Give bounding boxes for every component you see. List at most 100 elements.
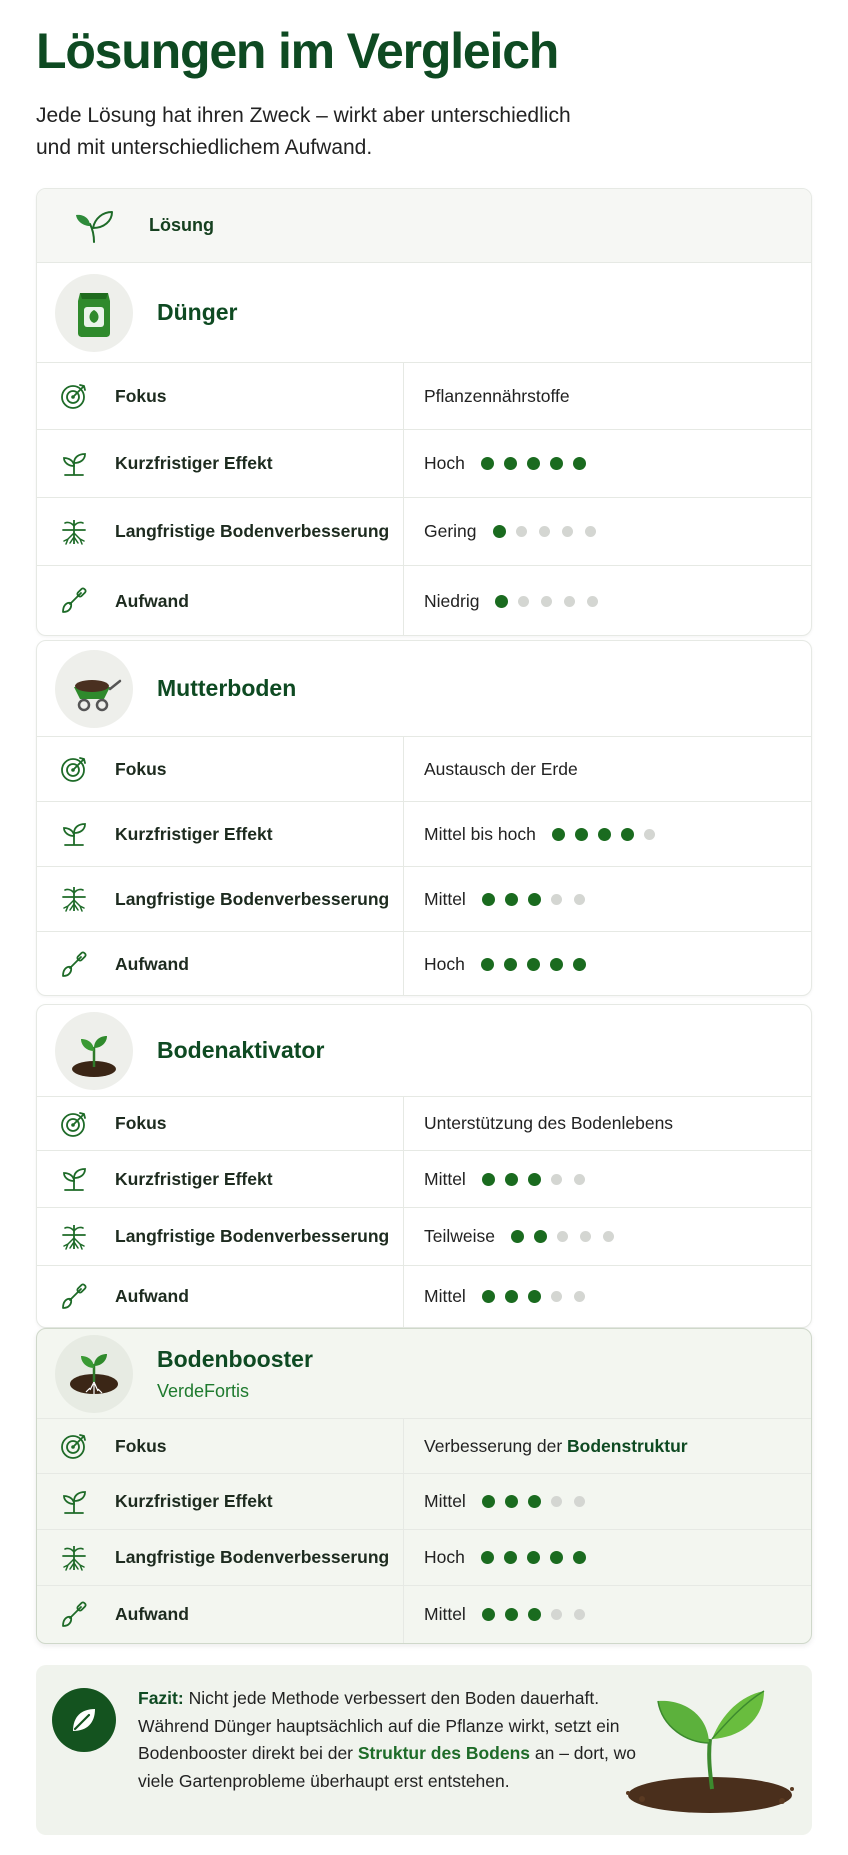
row-value: Mittel bbox=[424, 1604, 466, 1624]
row-label: Langfristige Bodenverbesserung bbox=[115, 888, 390, 909]
rating-dots bbox=[492, 525, 608, 538]
row-value: Mittel bbox=[424, 1491, 466, 1511]
solution-image bbox=[55, 273, 133, 352]
rating-dot-filled bbox=[527, 892, 541, 906]
row-label: Fokus bbox=[115, 385, 167, 406]
solution-title: Dünger bbox=[157, 299, 238, 325]
rating-dot-empty bbox=[643, 828, 655, 840]
conclusion-box: Fazit: Nicht jede Methode verbessert den… bbox=[36, 1665, 812, 1835]
solution-header: Bodenaktivator bbox=[37, 1005, 811, 1097]
row-value: Hoch bbox=[424, 1547, 465, 1567]
rating-dot-filled bbox=[481, 1608, 495, 1621]
table-row-short-term: Kurzfristiger Effekt Hoch bbox=[37, 430, 811, 498]
rating-dots bbox=[481, 1290, 597, 1303]
table-row-short-term: Kurzfristiger Effekt Mittel bis hoch bbox=[37, 802, 811, 867]
rating-dot-empty bbox=[515, 526, 527, 537]
solution-image bbox=[55, 649, 133, 728]
row-value: Verbesserung der Bodenstruktur bbox=[424, 1436, 688, 1457]
rating-dot-empty bbox=[550, 1496, 562, 1507]
rating-dot-filled bbox=[549, 457, 563, 470]
row-value: Unterstützung des Bodenlebens bbox=[424, 1113, 674, 1133]
solution-card-bodenbooster: Bodenbooster VerdeFortis Fokus Verbesser… bbox=[36, 1328, 812, 1644]
rating-dot-filled bbox=[503, 1551, 517, 1564]
row-label: Fokus bbox=[115, 1113, 167, 1133]
trowel-icon bbox=[59, 950, 89, 980]
rating-dot-empty bbox=[587, 595, 599, 607]
row-value: Mittel bbox=[424, 888, 466, 909]
rating-dot-filled bbox=[481, 1172, 495, 1186]
leaf-badge bbox=[52, 1688, 116, 1752]
rating-dot-filled bbox=[527, 1290, 541, 1303]
rating-dot-filled bbox=[574, 827, 588, 841]
row-value: Mittel bbox=[424, 1168, 466, 1189]
leaf-icon bbox=[73, 1709, 95, 1731]
row-label: Kurzfristiger Effekt bbox=[115, 823, 273, 844]
rating-dot-empty bbox=[573, 1173, 585, 1185]
intro-text: Jede Lösung hat ihren Zweck – wirkt aber… bbox=[36, 104, 571, 159]
rating-dot-empty bbox=[573, 1291, 585, 1302]
solution-header: Mutterboden bbox=[37, 641, 811, 737]
conclusion-label: Fazit: bbox=[138, 1688, 184, 1708]
rating-dot-empty bbox=[564, 595, 576, 607]
row-value: Hoch bbox=[424, 453, 465, 473]
solution-title: Bodenaktivator bbox=[157, 1037, 325, 1063]
sprout-growth-icon bbox=[59, 449, 89, 479]
trowel-icon bbox=[59, 1282, 89, 1312]
rating-dot-filled bbox=[572, 1551, 586, 1564]
fertilizer-bag-icon bbox=[78, 292, 110, 337]
rating-dot-filled bbox=[526, 958, 540, 971]
row-value: Austausch der Erde bbox=[424, 758, 578, 779]
table-row-focus: Fokus Pflanzennährstoffe bbox=[37, 363, 811, 430]
row-label: Langfristige Bodenverbesserung bbox=[115, 1226, 390, 1246]
conclusion-text: Fazit: Nicht jede Methode verbessert den… bbox=[138, 1685, 648, 1795]
rating-dots bbox=[481, 1172, 597, 1186]
table-row-long-term: Langfristige Bodenverbesserung Gering bbox=[37, 498, 811, 566]
rating-dot-filled bbox=[549, 958, 563, 971]
roots-icon bbox=[59, 1222, 89, 1252]
rating-dot-empty bbox=[518, 595, 530, 607]
row-value: Hoch bbox=[424, 954, 465, 974]
rating-dot-filled bbox=[511, 1230, 524, 1243]
row-label: Kurzfristiger Effekt bbox=[115, 1491, 273, 1511]
solution-card-duenger: Lösung Dünger Fokus Pflanzennährstoffe K… bbox=[36, 188, 812, 636]
focus-prefix: Verbesserung der bbox=[424, 1435, 568, 1456]
table-row-long-term: Langfristige Bodenverbesserung Hoch bbox=[37, 1530, 811, 1586]
rating-dots bbox=[551, 827, 667, 841]
rating-dot-filled bbox=[534, 1230, 547, 1243]
sprout-growth-icon bbox=[59, 1164, 89, 1194]
rating-dots bbox=[495, 594, 610, 608]
rating-dot-filled bbox=[549, 1551, 563, 1564]
table-row-effort: Aufwand Mittel bbox=[37, 1266, 811, 1327]
rating-dot-filled bbox=[481, 1290, 495, 1303]
trowel-icon bbox=[59, 1600, 89, 1630]
rating-dot-filled bbox=[572, 958, 586, 971]
rating-dot-filled bbox=[504, 1495, 518, 1508]
rating-dots bbox=[511, 1230, 626, 1243]
rating-dot-empty bbox=[573, 893, 585, 905]
rating-dot-filled bbox=[480, 457, 494, 470]
solution-image bbox=[55, 1334, 133, 1413]
rating-dot-empty bbox=[541, 595, 553, 607]
focus-highlight: Bodenstruktur bbox=[567, 1435, 688, 1456]
rating-dot-filled bbox=[526, 457, 540, 470]
solution-card-bodenaktivator: Bodenaktivator Fokus Unterstützung des B… bbox=[36, 1004, 812, 1328]
page-title: Lösungen im Vergleich bbox=[36, 23, 559, 79]
rating-dot-empty bbox=[603, 1231, 614, 1242]
target-icon bbox=[59, 754, 89, 784]
rating-dot-filled bbox=[504, 1290, 518, 1303]
table-row-long-term: Langfristige Bodenverbesserung Teilweise bbox=[37, 1208, 811, 1266]
rating-dot-filled bbox=[481, 1495, 495, 1508]
rating-dot-filled bbox=[504, 1608, 518, 1621]
table-row-short-term: Kurzfristiger Effekt Mittel bbox=[37, 1151, 811, 1208]
rating-dot-filled bbox=[492, 525, 506, 538]
table-row-long-term: Langfristige Bodenverbesserung Mittel bbox=[37, 867, 811, 932]
table-header: Lösung bbox=[37, 189, 811, 263]
rating-dot-filled bbox=[480, 958, 494, 971]
trowel-icon bbox=[59, 586, 89, 616]
row-label: Aufwand bbox=[115, 1286, 189, 1306]
rating-dot-empty bbox=[573, 1609, 585, 1620]
row-label: Aufwand bbox=[115, 590, 189, 611]
target-icon bbox=[59, 1109, 89, 1139]
rating-dot-empty bbox=[580, 1231, 591, 1242]
table-row-short-term: Kurzfristiger Effekt Mittel bbox=[37, 1474, 811, 1530]
